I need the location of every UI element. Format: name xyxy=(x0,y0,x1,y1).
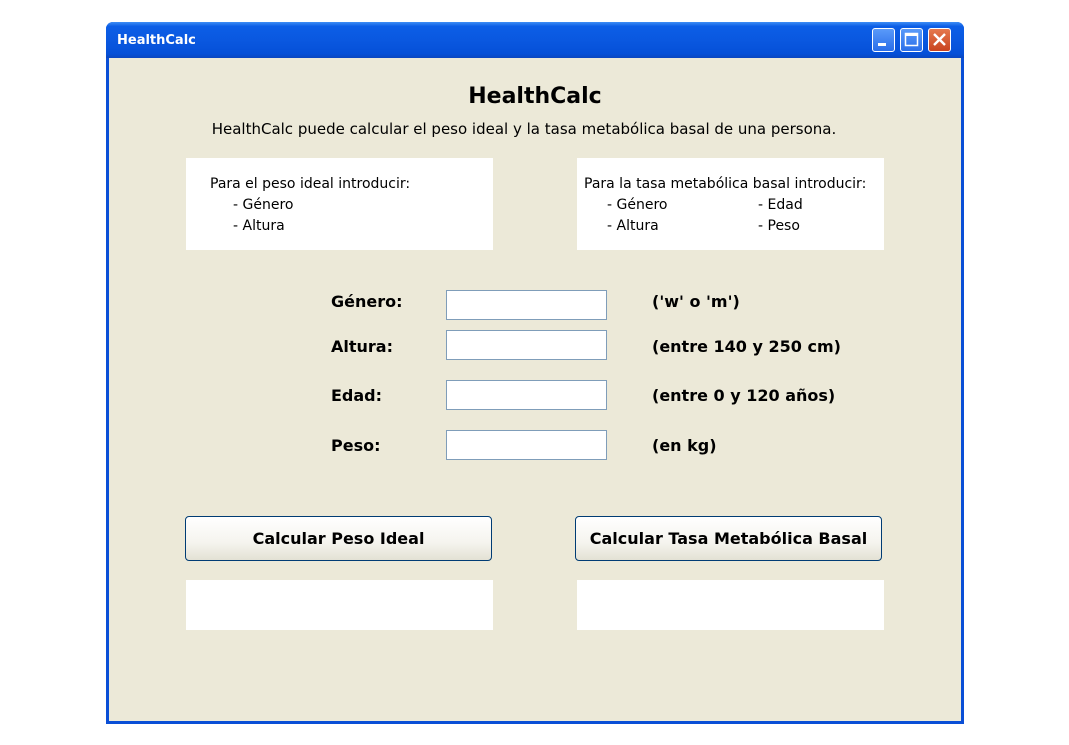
age-label: Edad: xyxy=(331,386,383,405)
bmr-result xyxy=(577,580,884,630)
maximize-icon xyxy=(904,32,919,47)
gender-input[interactable] xyxy=(446,290,607,320)
age-hint: (entre 0 y 120 años) xyxy=(652,386,836,405)
ideal-weight-info-item: - Altura xyxy=(233,218,285,234)
weight-input[interactable] xyxy=(446,430,607,460)
bmr-info-item: - Género xyxy=(607,197,668,213)
calculate-bmr-button[interactable]: Calcular Tasa Metabólica Basal xyxy=(575,516,882,561)
window-title: HealthCalc xyxy=(117,33,196,48)
calculate-ideal-weight-button[interactable]: Calcular Peso Ideal xyxy=(185,516,492,561)
height-label: Altura: xyxy=(331,337,393,356)
ideal-weight-info-heading: Para el peso ideal introducir: xyxy=(210,176,411,192)
weight-hint: (en kg) xyxy=(652,436,717,455)
minimize-icon xyxy=(878,43,886,46)
height-input[interactable] xyxy=(446,330,607,360)
bmr-info-item: - Altura xyxy=(607,218,659,234)
bmr-info-panel: Para la tasa metabólica basal introducir… xyxy=(577,158,884,250)
gender-hint: ('w' o 'm') xyxy=(652,292,740,311)
title-bar[interactable]: HealthCalc xyxy=(106,22,964,58)
weight-label: Peso: xyxy=(331,436,381,455)
client-area: HealthCalc HealthCalc puede calcular el … xyxy=(109,58,961,721)
page-title: HealthCalc xyxy=(468,84,602,109)
age-input[interactable] xyxy=(446,380,607,410)
minimize-button[interactable] xyxy=(872,28,895,52)
bmr-info-item: - Peso xyxy=(758,218,800,234)
app-window: HealthCalc HealthCalc HealthCalc puede c… xyxy=(106,22,964,724)
ideal-weight-info-panel: Para el peso ideal introducir: - Género … xyxy=(186,158,493,250)
height-hint: (entre 140 y 250 cm) xyxy=(652,337,841,356)
gender-label: Género: xyxy=(331,292,403,311)
close-button[interactable] xyxy=(928,28,951,52)
bmr-info-heading: Para la tasa metabólica basal introducir… xyxy=(584,176,867,192)
maximize-button[interactable] xyxy=(900,28,923,52)
ideal-weight-result xyxy=(186,580,493,630)
close-icon xyxy=(933,33,946,46)
ideal-weight-info-item: - Género xyxy=(233,197,294,213)
page-description: HealthCalc puede calcular el peso ideal … xyxy=(211,120,837,138)
bmr-info-item: - Edad xyxy=(758,197,803,213)
